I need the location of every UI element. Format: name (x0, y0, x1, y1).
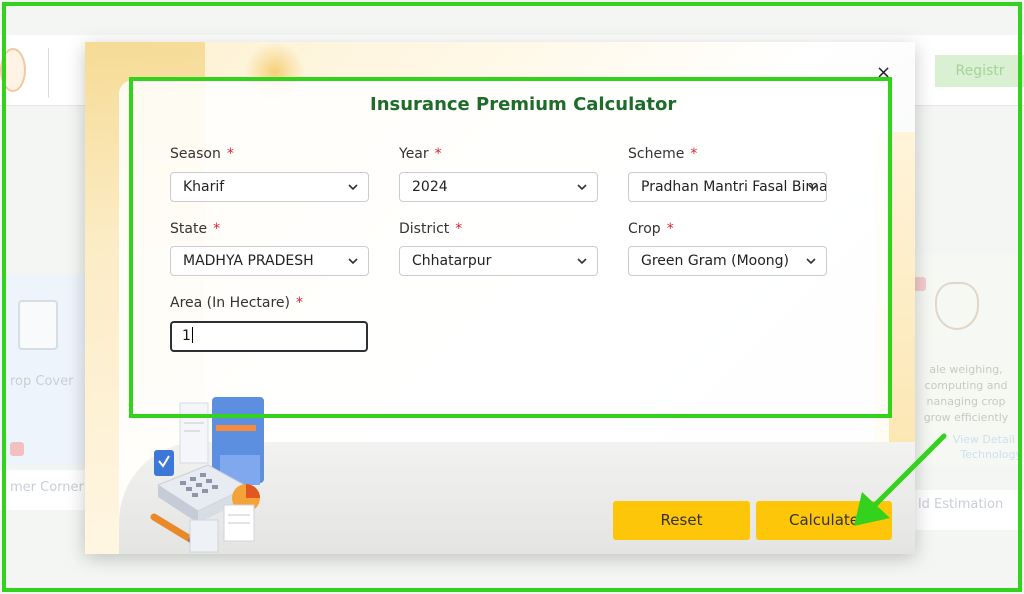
chevron-down-icon (808, 184, 818, 191)
bg-card-farmer-corner-label: mer Corner (10, 480, 84, 495)
chevron-down-icon (806, 258, 816, 265)
bg-divider (48, 48, 49, 98)
scheme-value: Pradhan Mantri Fasal Bima (641, 179, 827, 195)
area-label: Area (In Hectare) * (170, 295, 304, 311)
crop-select[interactable]: Green Gram (Moong) (628, 246, 827, 276)
year-value: 2024 (412, 179, 448, 195)
text-caret (191, 327, 193, 343)
crop-label: Crop * (628, 221, 674, 237)
modal-title: Insurance Premium Calculator (370, 94, 677, 115)
chevron-down-icon (348, 184, 358, 191)
area-input[interactable]: 1 (170, 321, 368, 352)
district-select[interactable]: Chhatarpur (399, 246, 598, 276)
chevron-down-icon (577, 184, 587, 191)
close-icon[interactable]: × (876, 64, 891, 82)
bg-logo (0, 48, 26, 92)
district-value: Chhatarpur (412, 253, 492, 269)
bg-register-button[interactable]: Registr (935, 55, 1024, 87)
bg-card-crop-cover-label: rop Cover (10, 374, 74, 389)
bg-badge (10, 442, 24, 456)
area-value: 1 (182, 328, 191, 344)
season-value: Kharif (183, 179, 225, 195)
state-label: State * (170, 221, 221, 237)
district-label: District * (399, 221, 463, 237)
reset-button[interactable]: Reset (613, 501, 750, 540)
season-select[interactable]: Kharif (170, 172, 369, 202)
calculator-illustration-icon (150, 397, 264, 553)
scheme-select[interactable]: Pradhan Mantri Fasal Bima (628, 172, 827, 202)
document-icon (18, 300, 58, 350)
state-value: MADHYA PRADESH (183, 253, 314, 269)
bg-card-yield-desc: ale weighing, computing and nanaging cro… (923, 363, 1009, 424)
season-label: Season * (170, 146, 234, 162)
chevron-down-icon (348, 258, 358, 265)
bg-card-yield-estimation-label: ld Estimation (918, 497, 1004, 512)
crop-value: Green Gram (Moong) (641, 253, 790, 269)
year-label: Year * (399, 146, 442, 162)
year-select[interactable]: 2024 (399, 172, 598, 202)
bg-card-yield-link[interactable]: View Detail / Technology (912, 432, 1022, 462)
shield-icon (935, 282, 979, 330)
chevron-down-icon (577, 258, 587, 265)
state-select[interactable]: MADHYA PRADESH (170, 246, 369, 276)
scheme-label: Scheme * (628, 146, 698, 162)
calculate-button[interactable]: Calculate (756, 501, 892, 540)
